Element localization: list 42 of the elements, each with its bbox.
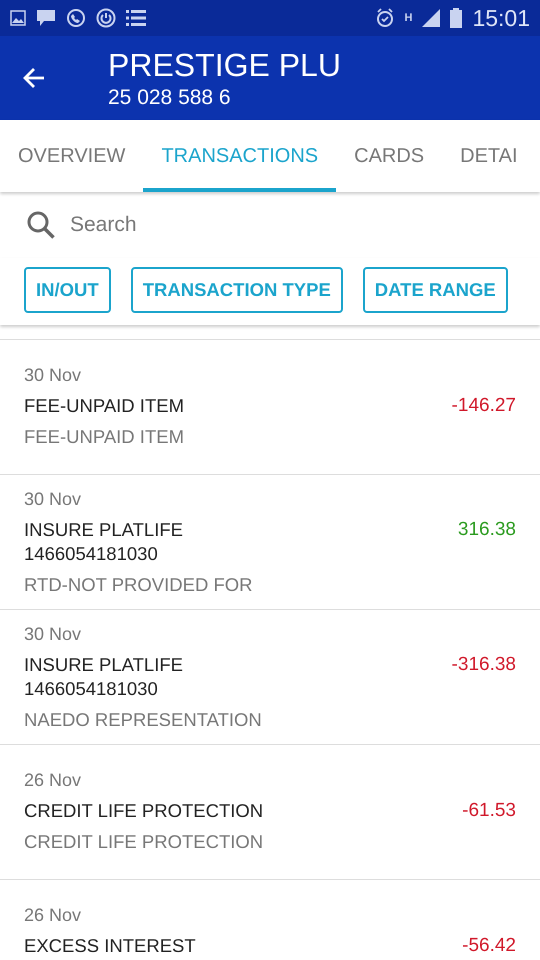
transaction-amount: -56.42 — [462, 934, 516, 958]
tab[interactable]: CARDS — [336, 120, 442, 192]
power-ring-icon — [96, 8, 116, 28]
search-field[interactable]: Search — [68, 212, 514, 238]
battery-icon — [450, 8, 462, 28]
alarm-icon — [376, 8, 394, 28]
account-number: 25 028 588 6 — [108, 85, 232, 111]
signal-icon — [422, 9, 440, 27]
transaction-reference: FEE-UNPAID ITEM — [24, 426, 184, 448]
transaction-description: EXCESS INTEREST — [24, 934, 196, 958]
transaction-description: CREDIT LIFE PROTECTION — [24, 799, 264, 823]
account-title: PRESTIGE PLU — [108, 47, 341, 83]
transaction-date: 30 Nov — [24, 623, 82, 645]
transaction-description: INSURE PLATLIFE — [24, 518, 184, 542]
transaction-reference: NAEDO REPRESENTATION — [24, 709, 262, 731]
filter-button[interactable]: TRANSACTION TYPE — [130, 267, 343, 313]
transaction-description: 1466054181030 — [24, 677, 158, 701]
filter-button[interactable]: DATE RANGE — [362, 267, 508, 313]
filter-button[interactable]: IN/OUT — [24, 267, 111, 313]
back-arrow-icon — [22, 66, 46, 90]
tab[interactable]: DETAI — [442, 120, 536, 192]
transaction-date: 26 Nov — [24, 769, 82, 791]
list-icon — [126, 9, 146, 27]
transaction-amount: -61.53 — [462, 799, 516, 823]
search-icon — [26, 210, 56, 240]
transaction-reference: RTD-NOT PROVIDED FOR — [24, 574, 253, 596]
transaction-amount: -316.38 — [452, 653, 516, 677]
phone-bubble-icon — [66, 8, 86, 28]
clock-time: 15:01 — [472, 4, 530, 32]
image-icon — [10, 10, 26, 26]
transaction-date: 30 Nov — [24, 364, 82, 386]
chat-icon — [36, 9, 56, 27]
tab[interactable]: OVERVIEW — [0, 120, 144, 192]
network-type: H — [404, 12, 412, 24]
transaction-amount: -146.27 — [452, 394, 516, 418]
transaction-amount: 316.38 — [458, 518, 516, 542]
transaction-date: 30 Nov — [24, 488, 82, 510]
transaction-date: 26 Nov — [24, 904, 82, 926]
transaction-description: FEE-UNPAID ITEM — [24, 394, 184, 418]
transaction-description: 1466054181030 — [24, 542, 158, 566]
transaction-description: INSURE PLATLIFE — [24, 653, 184, 677]
transaction-reference: CREDIT LIFE PROTECTION — [24, 831, 264, 853]
